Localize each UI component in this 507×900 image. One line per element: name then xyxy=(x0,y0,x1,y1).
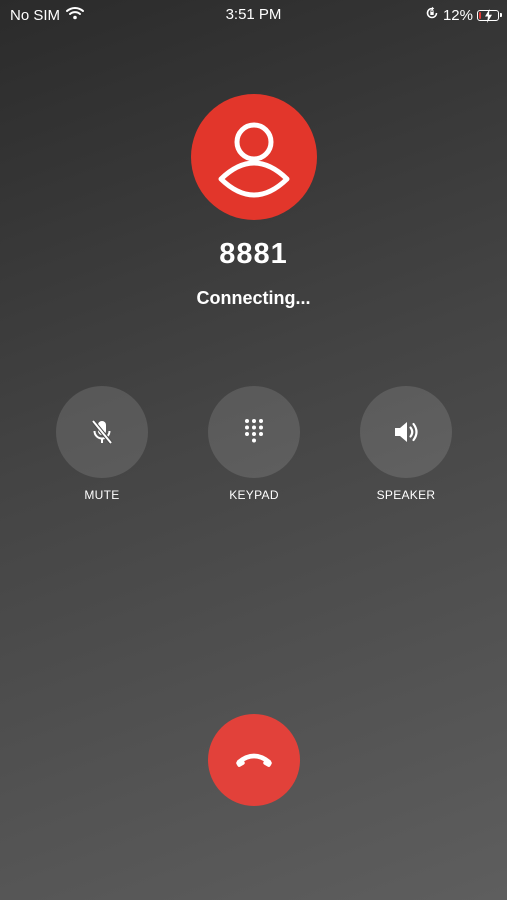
keypad-control: KEYPAD xyxy=(194,386,314,502)
hang-up-icon xyxy=(236,753,272,767)
end-call-button[interactable] xyxy=(208,714,300,806)
person-icon xyxy=(218,122,290,198)
call-status: Connecting... xyxy=(196,288,311,308)
battery-level-fill xyxy=(479,11,481,19)
orientation-lock-icon xyxy=(425,6,439,24)
speaker-button[interactable] xyxy=(360,386,452,478)
mute-label: MUTE xyxy=(84,488,120,502)
speaker-control: SPEAKER xyxy=(346,386,466,502)
speaker-label: SPEAKER xyxy=(376,488,436,502)
lightning-bolt-icon xyxy=(485,8,492,23)
keypad-label: KEYPAD xyxy=(229,488,279,502)
battery-charging-icon xyxy=(477,8,502,23)
mute-control: MUTE xyxy=(42,386,162,502)
status-bar: No SIM 3:51 PM 12% xyxy=(0,0,507,30)
mute-button[interactable] xyxy=(56,386,148,478)
battery-percent: 12% xyxy=(442,6,473,24)
caller-number: 8881 xyxy=(219,238,288,270)
status-right: 12% xyxy=(425,6,502,24)
keypad-button[interactable] xyxy=(208,386,300,478)
speaker-icon xyxy=(395,422,418,442)
caller-avatar xyxy=(191,94,317,220)
microphone-off-icon xyxy=(91,419,113,445)
dialpad-icon xyxy=(245,419,263,443)
